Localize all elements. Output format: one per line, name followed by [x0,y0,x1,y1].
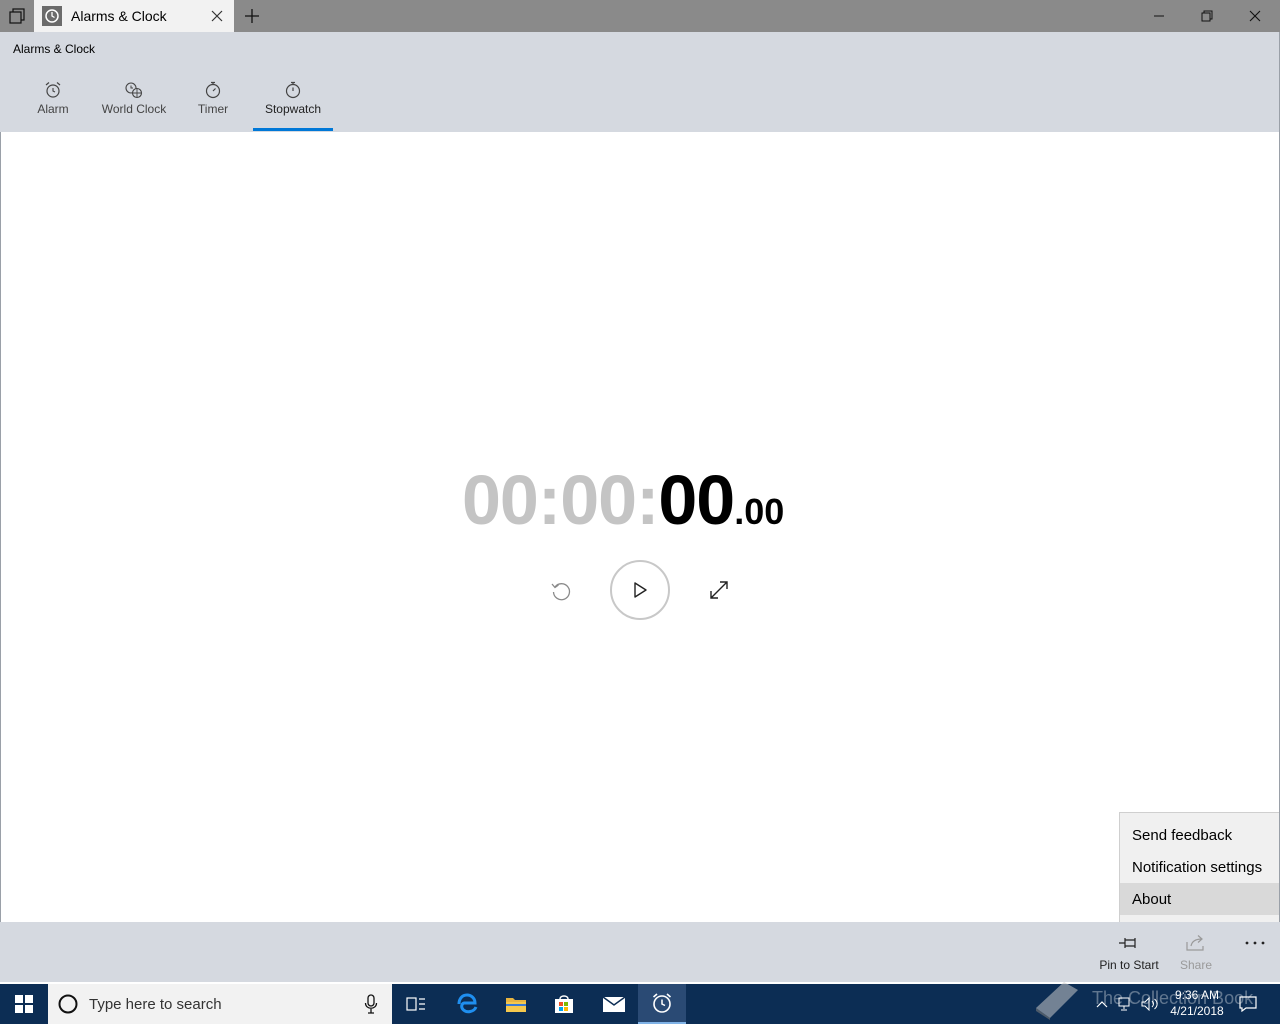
stopwatch-display: 00:00:00.00 [462,460,822,540]
window-border-left [0,132,1,922]
tab-timer-label: Timer [197,102,229,116]
watermark-book-icon [1030,974,1082,1024]
app-icon [42,6,62,26]
share-icon [1184,932,1208,954]
tab-alarm[interactable]: Alarm [30,80,76,132]
microphone-icon[interactable] [364,994,378,1014]
share-button[interactable]: Share [1176,932,1216,972]
edge-browser-button[interactable] [446,984,490,1024]
taskbar: Type here to search 9:36 AM 4/21/2018 [0,984,1280,1024]
close-icon [1249,10,1261,22]
pin-to-start-label: Pin to Start [1099,958,1159,972]
taskbar-search-box[interactable]: Type here to search [48,984,392,1024]
globe-clock-icon [122,80,146,100]
tab-overview-button[interactable] [0,0,34,32]
command-bar: Pin to Start Share [0,922,1280,982]
stopwatch-icon [281,80,305,100]
store-button[interactable] [542,984,586,1024]
tab-timer[interactable]: Timer [192,80,234,132]
tab-world-clock[interactable]: World Clock [96,80,172,132]
more-options-menu: Send feedback Notification settings Abou… [1119,812,1279,922]
start-button[interactable] [610,560,670,620]
close-tab-button[interactable] [208,7,226,25]
stopwatch-minutes: 00 [560,461,637,539]
tab-stopwatch-label: Stopwatch [264,102,322,116]
pin-to-start-button[interactable]: Pin to Start [1096,932,1162,972]
more-options-button[interactable] [1240,936,1270,950]
menu-item-notification-settings[interactable]: Notification settings [1120,851,1279,883]
mail-button[interactable] [592,984,636,1024]
stopwatch-seconds: 00 [658,461,735,539]
app-header: Alarms & Clock Alarm World Clock Timer S… [0,32,1280,132]
stopwatch-separator: : [537,461,561,539]
close-icon [211,10,223,22]
alarm-clock-icon [652,993,672,1013]
cortana-icon [58,994,78,1014]
search-placeholder: Type here to search [89,995,222,1013]
active-tab-indicator [253,128,333,131]
menu-item-send-feedback[interactable]: Send feedback [1120,819,1279,851]
file-explorer-button[interactable] [494,984,538,1024]
expand-button[interactable] [704,575,734,605]
minimize-icon [1154,15,1164,17]
close-window-button[interactable] [1232,0,1278,32]
tab-overview-icon [9,8,25,24]
timer-icon [201,80,225,100]
stopwatch-fraction: .00 [734,491,785,532]
start-button[interactable] [0,984,48,1024]
share-label: Share [1179,958,1213,972]
tab-alarm-label: Alarm [37,102,69,116]
title-bar: Alarms & Clock [0,0,1280,32]
pin-icon [1117,932,1141,954]
reset-button[interactable] [546,576,576,606]
plus-icon [245,9,259,23]
windows-logo-icon [15,995,33,1013]
tab-stopwatch[interactable]: Stopwatch [260,80,326,132]
folder-icon [506,998,526,1012]
expand-icon [710,581,728,599]
play-icon [634,582,647,598]
stopwatch-hours: 00 [462,461,539,539]
more-icon [1245,941,1265,945]
app-title: Alarms & Clock [13,42,96,56]
restore-button[interactable] [1184,0,1230,32]
edge-icon [457,993,478,1014]
stopwatch-separator: : [636,461,659,539]
menu-item-about[interactable]: About [1120,883,1279,915]
tab-title: Alarms & Clock [71,8,167,24]
alarms-clock-taskbar-button[interactable] [638,984,686,1024]
tab-world-clock-label: World Clock [101,102,167,116]
reset-icon [551,583,571,601]
store-icon [555,995,573,1013]
alarm-clock-icon [41,80,65,100]
task-view-icon [406,997,425,1011]
minimize-button[interactable] [1136,0,1182,32]
mail-icon [602,996,626,1012]
new-tab-button[interactable] [240,0,264,32]
restore-icon [1201,10,1213,22]
app-tab[interactable]: Alarms & Clock [34,0,234,32]
task-view-button[interactable] [396,984,436,1024]
watermark-text: The Collection Book [1092,988,1254,1008]
